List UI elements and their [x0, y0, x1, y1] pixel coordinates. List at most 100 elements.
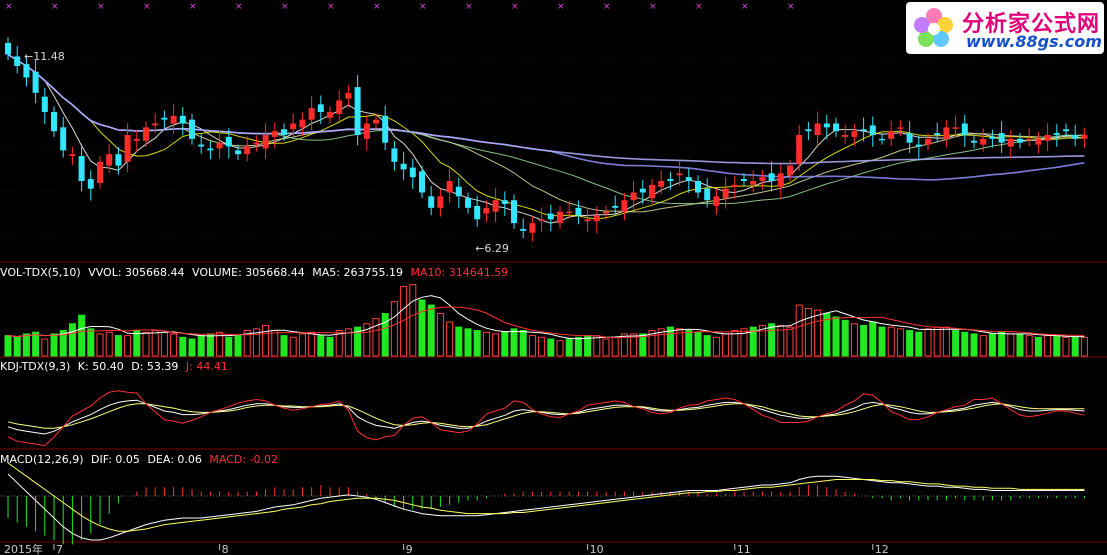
candle-body	[676, 173, 683, 176]
candle-body	[713, 196, 720, 206]
candle-body	[787, 165, 793, 176]
x-tick-label: 10	[590, 543, 604, 555]
volume-bar	[942, 326, 950, 357]
signal-marker: ×	[327, 2, 335, 12]
volume-bar	[133, 330, 141, 357]
candle-body	[474, 205, 481, 220]
candle-body	[685, 177, 692, 181]
signal-marker: ×	[465, 2, 473, 12]
volume-bar	[262, 324, 270, 357]
candle-body	[989, 136, 996, 139]
macd-dea: DEA: 0.06	[147, 453, 202, 466]
candle-body	[216, 142, 223, 149]
x-tick-label: 12	[875, 543, 889, 555]
volume-bar	[197, 335, 205, 357]
volume-bar	[298, 333, 306, 357]
candle-body	[124, 135, 131, 162]
volume-bar	[317, 335, 325, 357]
candle-body	[60, 127, 67, 151]
candle-body	[667, 179, 674, 181]
x-tick-label: 2015年	[4, 542, 43, 555]
volume-volume: VOLUME: 305668.44	[192, 266, 305, 279]
volume-bar	[4, 335, 12, 357]
volume-bar	[271, 330, 279, 357]
ma-line-20	[7, 54, 1085, 213]
volume-bar	[896, 328, 904, 357]
volume-bar	[952, 330, 960, 357]
volume-ma5: MA5: 263755.19	[312, 266, 403, 279]
candle-body	[492, 200, 499, 212]
x-tick-label: 9	[406, 543, 413, 555]
volume-bar	[151, 330, 159, 357]
volume-bar	[13, 336, 21, 357]
candle-body	[1035, 138, 1042, 145]
volume-bar	[878, 326, 886, 357]
volume-bar	[1044, 335, 1052, 357]
volume-bar	[703, 335, 711, 357]
candle-body	[731, 184, 738, 187]
max-price-label: ←11.48	[24, 50, 65, 63]
candle-body	[87, 179, 94, 189]
candle-body	[842, 135, 849, 137]
candle-body	[511, 200, 517, 224]
x-tick-label: 7	[56, 543, 63, 555]
volume-bar	[593, 335, 601, 357]
volume-bar	[1007, 333, 1015, 357]
candle-body	[115, 154, 122, 166]
candle-body	[547, 213, 554, 220]
candle-body	[1063, 129, 1069, 132]
candle-body	[106, 154, 113, 166]
candle-body	[750, 181, 757, 185]
candle-body	[1081, 135, 1088, 139]
volume-bar	[519, 330, 527, 357]
volume-bar	[170, 333, 178, 357]
candle-body	[501, 200, 508, 204]
volume-bar	[841, 319, 849, 357]
candle-body	[851, 131, 858, 137]
candle-body	[566, 211, 573, 214]
candle-body	[1053, 133, 1060, 135]
volume-bar	[768, 323, 776, 357]
candle-body	[704, 188, 711, 201]
macd-dif: DIF: 0.05	[91, 453, 140, 466]
candle-body	[1026, 138, 1033, 141]
volume-bar	[685, 330, 693, 357]
volume-bar	[850, 323, 858, 357]
candle-body	[520, 228, 527, 231]
volume-title: VOL-TDX(5,10)	[0, 266, 81, 279]
volume-bar	[906, 330, 914, 357]
volume-bar	[188, 338, 196, 357]
volume-bar	[409, 284, 417, 357]
candle-body	[823, 123, 830, 128]
volume-bar	[915, 331, 923, 357]
candle-body	[465, 198, 471, 208]
volume-bar	[436, 313, 444, 357]
candle-body	[603, 211, 609, 214]
volume-bar	[786, 326, 794, 357]
candle-body	[759, 177, 766, 181]
volume-bar	[308, 331, 316, 357]
macd-dea-line	[7, 462, 1085, 532]
volume-bar	[482, 331, 490, 357]
candle-body	[133, 138, 140, 141]
candle-body	[639, 188, 646, 193]
volume-bar	[492, 333, 500, 357]
volume-bar	[639, 333, 647, 357]
volume-bar	[206, 333, 214, 357]
min-price-label: ←6.29	[475, 242, 509, 255]
signal-marker: ×	[51, 2, 59, 12]
volume-bar	[556, 340, 564, 357]
candle-body	[621, 200, 628, 212]
candle-body	[538, 219, 545, 222]
candle-body	[336, 100, 343, 114]
volume-bar	[869, 321, 877, 357]
candle-body	[32, 71, 39, 93]
volume-bar	[160, 331, 168, 357]
macd-value: MACD: -0.02	[209, 453, 279, 466]
candle-body	[152, 123, 159, 126]
candle-body	[299, 119, 306, 128]
logo-url: www.88gs.com	[966, 32, 1102, 51]
candle-body	[971, 140, 977, 143]
volume-bar	[446, 321, 454, 357]
flower-logo-icon	[914, 8, 953, 47]
